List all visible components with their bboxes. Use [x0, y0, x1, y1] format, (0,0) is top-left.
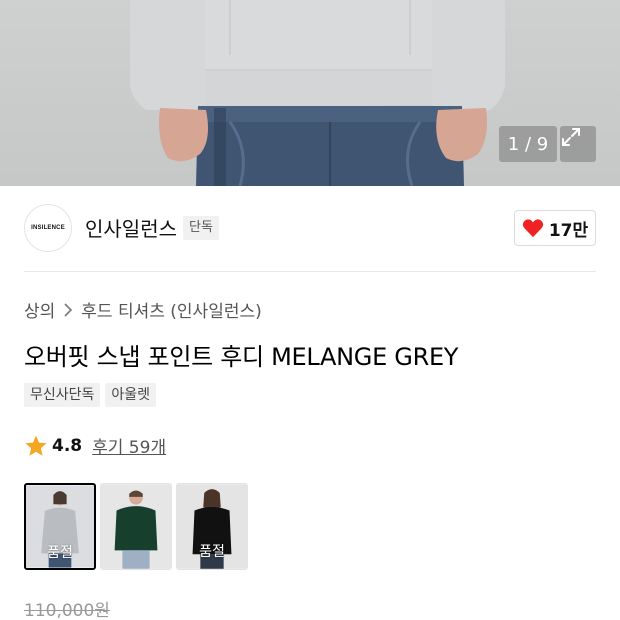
breadcrumb-subcategory[interactable]: 후드 티셔츠 (인사일런스) [81, 297, 261, 322]
divider [24, 271, 596, 272]
product-title: 오버핏 스냅 포인트 후디 MELANGE GREY [24, 343, 459, 371]
thumbnail-green-image [101, 484, 171, 569]
breadcrumb: 상의 후드 티셔츠 (인사일런스) [24, 297, 262, 322]
expand-icon [562, 128, 580, 146]
like-button[interactable]: 17만 [514, 210, 596, 246]
color-option-green[interactable] [100, 483, 172, 570]
product-image[interactable]: 1 / 9 [0, 0, 620, 186]
brand-exclusive-badge: 단독 [183, 216, 219, 240]
color-option-black[interactable]: 품절 [176, 483, 248, 570]
original-price: 110,000원 [24, 601, 110, 620]
review-count-link[interactable]: 후기 59개 [92, 433, 166, 458]
like-count: 17만 [548, 220, 589, 241]
tag-exclusive: 무신사단독 [24, 383, 101, 407]
chevron-right-icon [64, 302, 73, 317]
image-counter: 1 / 9 [499, 126, 557, 162]
rating-score: 4.8 [52, 435, 83, 456]
star-icon [25, 435, 47, 456]
expand-button[interactable] [560, 126, 596, 162]
soldout-label: 품절 [199, 544, 225, 560]
soldout-label: 품절 [47, 545, 73, 561]
brand-row: INSILENCE 인사일런스 단독 17만 [24, 204, 596, 252]
brand-name[interactable]: 인사일런스 [85, 213, 177, 242]
rating: 4.8 후기 59개 [24, 433, 166, 458]
brand-logo[interactable]: INSILENCE [24, 204, 72, 252]
color-option-grey[interactable]: 품절 [24, 483, 96, 570]
product-tags: 무신사단독 아울렛 [24, 383, 157, 407]
breadcrumb-category[interactable]: 상의 [24, 297, 55, 322]
tag-outlet: 아울렛 [105, 383, 157, 407]
color-options: 품절 품절 [24, 483, 248, 570]
heart-icon [522, 219, 543, 238]
